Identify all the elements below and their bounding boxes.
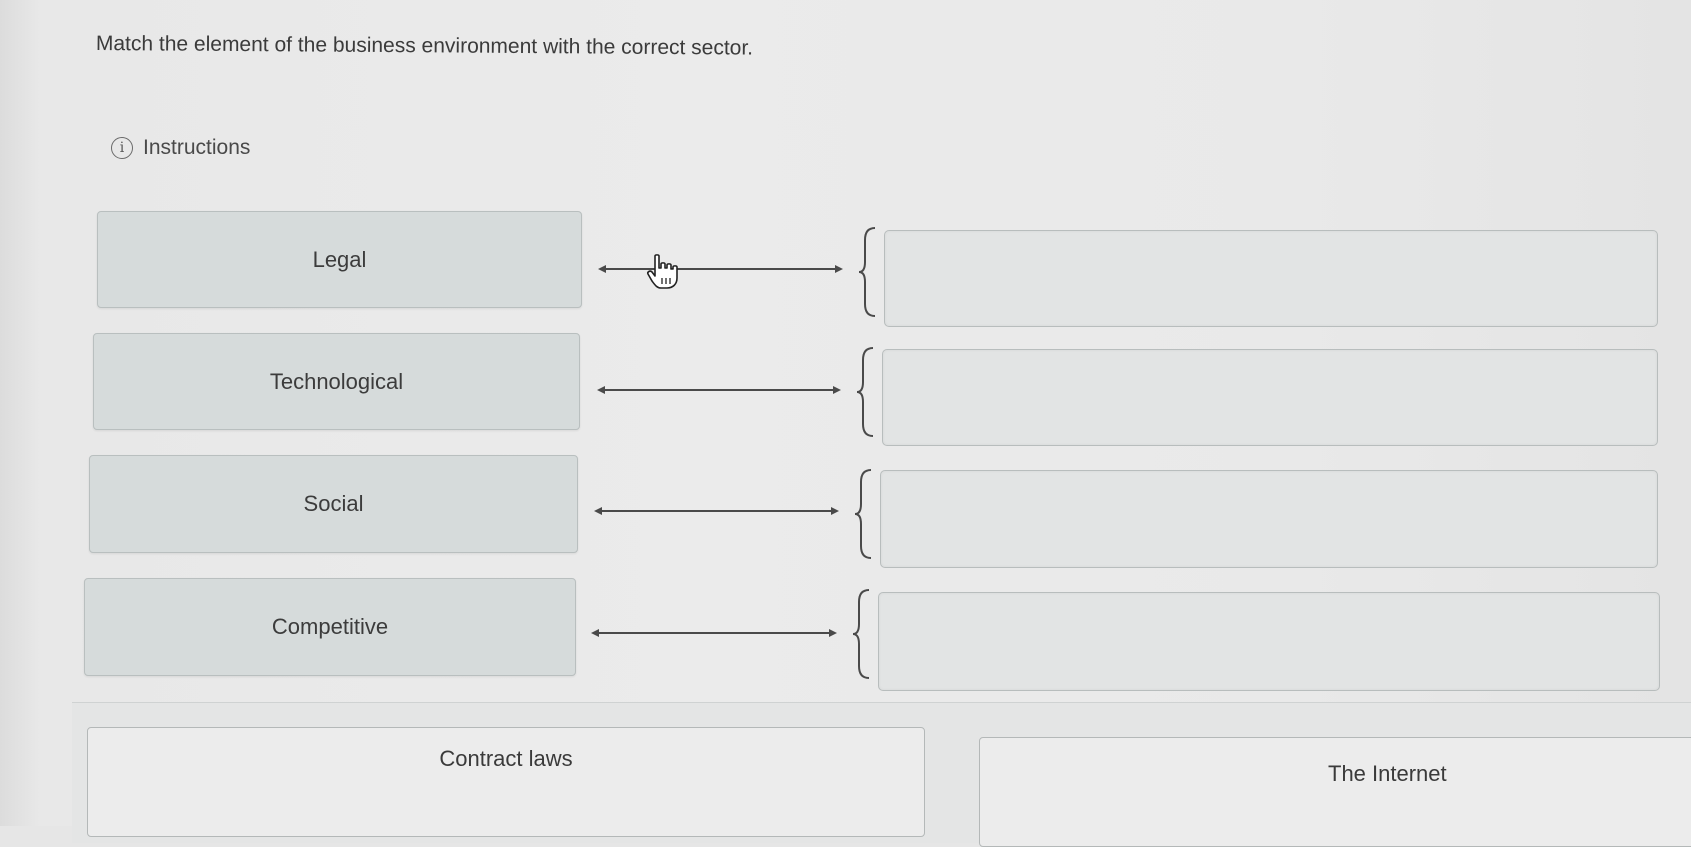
drop-slot-technological[interactable]: [882, 349, 1658, 446]
term-legal[interactable]: Legal: [97, 211, 582, 308]
instructions-toggle[interactable]: i Instructions: [111, 136, 250, 160]
info-icon: i: [111, 137, 133, 159]
drop-slot-competitive[interactable]: [878, 592, 1660, 691]
question-prompt: Match the element of the business enviro…: [95, 32, 754, 60]
brace-icon: [851, 588, 873, 685]
brace-icon: [857, 226, 879, 323]
choice-the-internet[interactable]: The Internet: [979, 737, 1691, 847]
hand-cursor-icon: [646, 254, 680, 295]
matching-question-page: Match the element of the business enviro…: [0, 0, 1691, 847]
drop-slot-social[interactable]: [880, 470, 1658, 568]
choice-contract-laws[interactable]: Contract laws: [87, 727, 925, 837]
brace-icon: [853, 468, 875, 565]
term-technological[interactable]: Technological: [93, 333, 580, 430]
term-competitive[interactable]: Competitive: [84, 578, 576, 676]
match-arrow: [598, 263, 843, 275]
drop-slot-legal[interactable]: [884, 230, 1658, 327]
match-arrow: [591, 627, 837, 639]
instructions-label: Instructions: [143, 136, 251, 159]
match-arrow: [597, 384, 841, 396]
brace-icon: [855, 346, 877, 443]
match-arrow: [594, 505, 839, 517]
term-social[interactable]: Social: [89, 455, 578, 553]
